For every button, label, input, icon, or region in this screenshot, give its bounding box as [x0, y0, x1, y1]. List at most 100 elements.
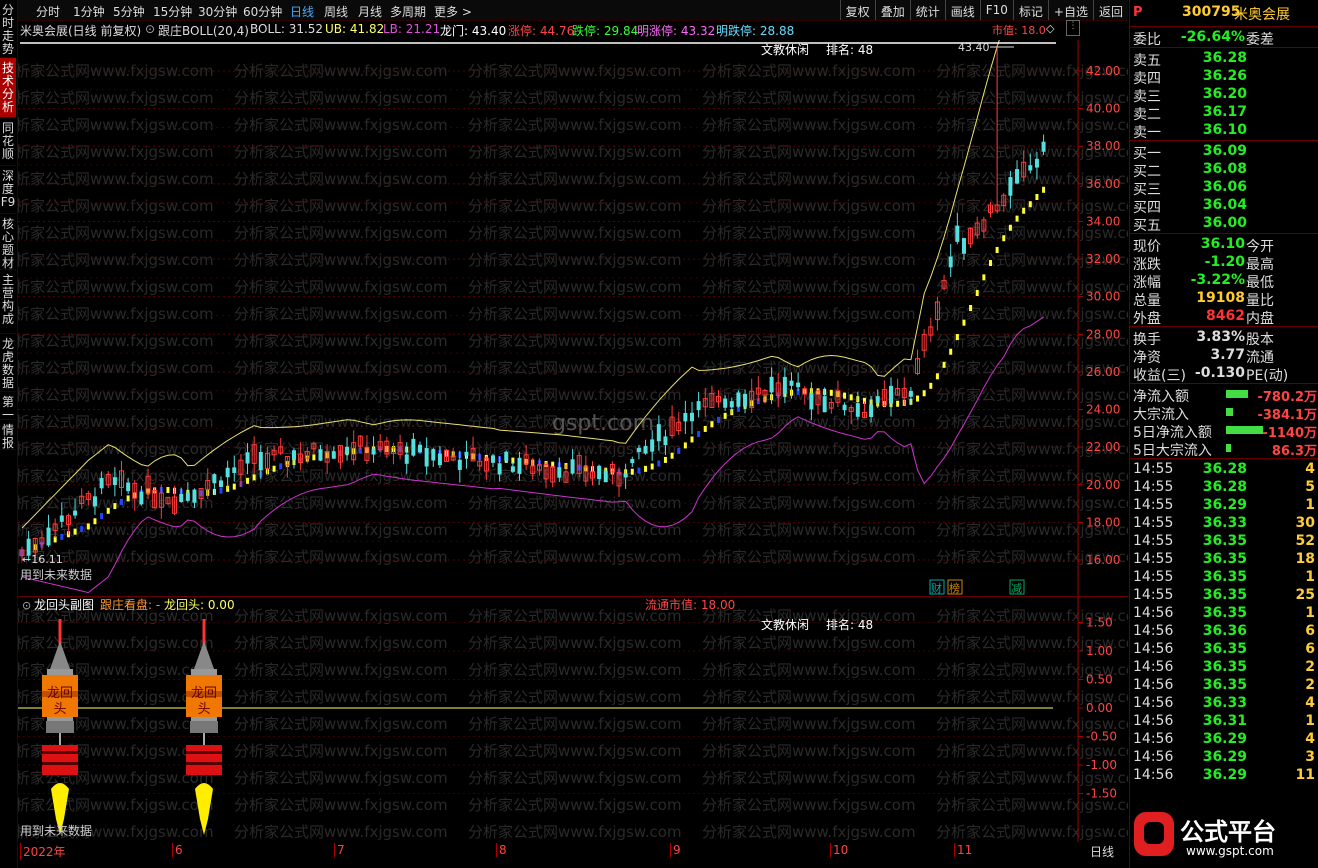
- candle-body-down: [789, 380, 794, 386]
- period-tab-10[interactable]: 更多 >: [434, 3, 472, 20]
- period-tab-9[interactable]: 多周期: [390, 3, 426, 20]
- candle-body-down: [1028, 165, 1033, 171]
- tick-row: 14:56 36.31 1: [1130, 712, 1318, 730]
- tick-row: 14:56 36.35 2: [1130, 658, 1318, 676]
- watermark-text: 分析家公式网www.fxjgsw.com: [468, 796, 682, 814]
- sub-dropdown-icon: ⊙: [22, 599, 31, 612]
- row-right-label: PE(动): [1246, 368, 1289, 384]
- boll-mid-mark: [942, 361, 946, 368]
- y-tick-label: 20.00: [1086, 478, 1120, 492]
- sub-rank-sector: 文教休闲: [761, 617, 809, 632]
- tick-time: 14:56: [1133, 731, 1174, 747]
- stock-code: 300795: [1182, 4, 1241, 20]
- toolbar-button-3[interactable]: 画线: [944, 0, 980, 20]
- divider: [1130, 233, 1318, 234]
- boll-mid-mark: [677, 447, 681, 454]
- period-tab-3[interactable]: 15分钟: [153, 3, 192, 20]
- boll-mid-mark: [650, 463, 654, 470]
- boll-mid-mark: [723, 412, 727, 419]
- candle-body-down: [225, 467, 230, 478]
- indicator-name[interactable]: 跟庄BOLL(20,4): [158, 22, 249, 39]
- watermark-text: 分析家公式网www.fxjgsw.com: [18, 386, 214, 404]
- tick-volume: 4: [1305, 731, 1315, 747]
- row-value: 36.10: [1200, 236, 1245, 252]
- toolbar-button-0[interactable]: 复权: [839, 0, 875, 20]
- watermark-text: 分析家公式网www.fxjgsw.com: [234, 305, 448, 323]
- sub-y-tick-label: -0.50: [1086, 730, 1117, 744]
- boll-mid-mark: [106, 507, 110, 514]
- tick-time: 14:55: [1133, 479, 1174, 495]
- period-tab-6[interactable]: 日线: [290, 3, 314, 20]
- tick-time: 14:55: [1133, 461, 1174, 477]
- boll-mid-mark: [896, 400, 900, 407]
- candle-body-down: [424, 448, 429, 467]
- left-tab-8[interactable]: 情报: [0, 420, 16, 450]
- y-tick-label: 28.00: [1086, 327, 1120, 341]
- toolbar-button-7[interactable]: 返回: [1092, 0, 1128, 20]
- boll-mid-mark: [1042, 186, 1046, 193]
- left-tab-1[interactable]: 技术分析: [0, 58, 16, 118]
- watermark-text: 分析家公式网www.fxjgsw.com: [468, 89, 682, 107]
- toolbar-button-1[interactable]: 叠加: [874, 0, 910, 20]
- dragon-return-subchart[interactable]: 分析家公式网www.fxjgsw.com 分析家公式网www.fxjgsw.com…: [18, 596, 1128, 842]
- low-price-marker: ←16.11: [22, 553, 63, 566]
- indicator-dropdown-icon[interactable]: ⊙: [145, 22, 155, 36]
- tick-time: 14:56: [1133, 749, 1174, 765]
- follow-label: 跟庄看盘: -: [100, 597, 160, 612]
- boll-mid-mark: [703, 425, 707, 432]
- candle-body-down: [212, 474, 217, 484]
- boll-mid-mark: [922, 390, 926, 397]
- x-axis-label: 7: [334, 843, 345, 857]
- left-tab-5[interactable]: 主营构成: [0, 270, 16, 334]
- toolbar-button-4[interactable]: F10: [979, 0, 1013, 20]
- period-tab-7[interactable]: 周线: [324, 3, 348, 20]
- expand-icon[interactable]: ⋮: [1066, 20, 1080, 36]
- tick-price: 36.29: [1202, 749, 1247, 765]
- flow-bar: [1226, 426, 1263, 434]
- watermark-text: 分析家公式网www.fxjgsw.com: [18, 170, 214, 188]
- period-tab-0[interactable]: 分时: [36, 3, 60, 20]
- row-label: 5日大宗流入: [1133, 443, 1212, 459]
- period-tab-8[interactable]: 月线: [358, 3, 382, 20]
- watermark-text: 分析家公式网www.fxjgsw.com: [702, 143, 916, 161]
- candle-body-down: [245, 452, 250, 464]
- toolbar-button-6[interactable]: +自选: [1047, 0, 1093, 20]
- settings-icon[interactable]: ◇: [1046, 22, 1054, 35]
- left-tab-4[interactable]: 核心题材: [0, 214, 16, 270]
- left-tab-0[interactable]: 分时走势: [0, 0, 16, 58]
- period-tab-2[interactable]: 5分钟: [113, 3, 145, 20]
- watermark-text: 分析家公式网www.fxjgsw.com: [702, 688, 916, 706]
- left-tab-3[interactable]: 深度F9: [0, 166, 16, 214]
- watermark-text: 分析家公式网www.fxjgsw.com: [18, 494, 214, 512]
- watermark-text: 分析家公式网www.fxjgsw.com: [702, 251, 916, 269]
- boll-mid-mark: [73, 528, 77, 535]
- period-indicator: 日线: [1090, 845, 1115, 859]
- left-tab-7[interactable]: 第一: [0, 392, 16, 422]
- row-value: 36.08: [1202, 161, 1247, 177]
- tick-price: 36.35: [1202, 587, 1247, 603]
- kline-chart[interactable]: 分析家公式网www.fxjgsw.com 分析家公式网www.fxjgsw.com…: [18, 40, 1128, 596]
- candle-body-down: [723, 398, 728, 408]
- tick-volume: 11: [1295, 767, 1315, 783]
- boll-mid-mark: [916, 395, 920, 402]
- period-tab-4[interactable]: 30分钟: [198, 3, 237, 20]
- watermark-text: 分析家公式网www.fxjgsw.com: [234, 251, 448, 269]
- stat-row: 收益(三) -0.130 PE(动): [1130, 364, 1318, 384]
- watermark-text: 分析家公式网www.fxjgsw.com: [468, 305, 682, 323]
- toolbar-button-5[interactable]: 标记: [1012, 0, 1048, 20]
- left-tab-2[interactable]: 同花顺: [0, 118, 16, 166]
- candle-body-down: [948, 256, 953, 268]
- watermark-text: 分析家公式网www.fxjgsw.com: [234, 89, 448, 107]
- watermark-text: 分析家公式网www.fxjgsw.com: [234, 715, 448, 733]
- tick-volume: 1: [1305, 605, 1315, 621]
- bid-row: 买三 36.06: [1130, 178, 1318, 198]
- candle-body-down: [490, 455, 495, 463]
- toolbar-button-2[interactable]: 统计: [909, 0, 945, 20]
- flow-bar: [1226, 444, 1232, 452]
- period-tab-5[interactable]: 60分钟: [243, 3, 282, 20]
- divider: [1130, 47, 1318, 48]
- period-tab-1[interactable]: 1分钟: [73, 3, 105, 20]
- left-tab-6[interactable]: 龙虎数据: [0, 334, 16, 392]
- rocket-engine-line: [186, 751, 222, 754]
- tick-volume: 25: [1295, 587, 1315, 603]
